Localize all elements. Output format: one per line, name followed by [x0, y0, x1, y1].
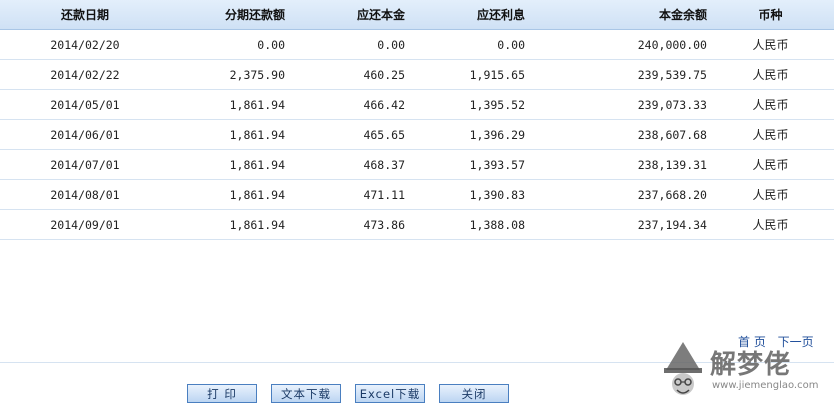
cell-installment: 2,375.90: [170, 59, 285, 90]
cell-balance: 238,139.31: [525, 149, 707, 180]
watermark-title: 解梦佬: [710, 350, 792, 380]
print-button[interactable]: 打 印: [187, 384, 257, 403]
cell-interest: 0.00: [405, 29, 525, 60]
cell-principal: 460.25: [285, 59, 405, 90]
cell-date: 2014/06/01: [0, 119, 170, 150]
table-row: 2014/05/01 1,861.94 466.42 1,395.52 239,…: [0, 89, 834, 120]
cell-currency: 人民币: [707, 209, 834, 240]
cell-installment: 0.00: [170, 29, 285, 60]
cell-balance: 237,668.20: [525, 179, 707, 210]
cell-currency: 人民币: [707, 59, 834, 90]
header-installment: 分期还款额: [170, 0, 285, 30]
header-principal: 应还本金: [285, 0, 405, 30]
cell-interest: 1,915.65: [405, 59, 525, 90]
site-watermark: 解梦佬 www.jiemenglao.com: [658, 340, 834, 403]
cell-balance: 240,000.00: [525, 29, 707, 60]
excel-download-button[interactable]: Excel下载: [355, 384, 425, 403]
cell-currency: 人民币: [707, 29, 834, 60]
cell-interest: 1,390.83: [405, 179, 525, 210]
cell-installment: 1,861.94: [170, 89, 285, 120]
cell-interest: 1,395.52: [405, 89, 525, 120]
cell-currency: 人民币: [707, 119, 834, 150]
cell-date: 2014/09/01: [0, 209, 170, 240]
table-row: 2014/08/01 1,861.94 471.11 1,390.83 237,…: [0, 179, 834, 210]
cell-installment: 1,861.94: [170, 209, 285, 240]
repayment-table: 还款日期 分期还款额 应还本金 应还利息 本金余额 币种 2014/02/20 …: [0, 0, 834, 240]
header-interest: 应还利息: [405, 0, 525, 30]
table-row: 2014/02/22 2,375.90 460.25 1,915.65 239,…: [0, 59, 834, 90]
text-download-button[interactable]: 文本下载: [271, 384, 341, 403]
table-header-row: 还款日期 分期还款额 应还本金 应还利息 本金余额 币种: [0, 0, 834, 30]
header-repay-date: 还款日期: [0, 0, 170, 30]
cell-interest: 1,396.29: [405, 119, 525, 150]
watermark-url: www.jiemenglao.com: [712, 380, 819, 391]
repayment-schedule-page: 还款日期 分期还款额 应还本金 应还利息 本金余额 币种 2014/02/20 …: [0, 0, 834, 403]
cell-date: 2014/07/01: [0, 149, 170, 180]
cell-principal: 0.00: [285, 29, 405, 60]
cell-interest: 1,388.08: [405, 209, 525, 240]
cell-date: 2014/02/22: [0, 59, 170, 90]
close-button[interactable]: 关闭: [439, 384, 509, 403]
table-row: 2014/06/01 1,861.94 465.65 1,396.29 238,…: [0, 119, 834, 150]
cell-date: 2014/08/01: [0, 179, 170, 210]
header-balance: 本金余额: [525, 0, 707, 30]
cell-currency: 人民币: [707, 149, 834, 180]
cell-principal: 465.65: [285, 119, 405, 150]
cell-date: 2014/02/20: [0, 29, 170, 60]
wizard-hat-face-icon: [664, 342, 702, 395]
cell-installment: 1,861.94: [170, 149, 285, 180]
cell-interest: 1,393.57: [405, 149, 525, 180]
cell-installment: 1,861.94: [170, 179, 285, 210]
cell-date: 2014/05/01: [0, 89, 170, 120]
cell-principal: 473.86: [285, 209, 405, 240]
cell-currency: 人民币: [707, 179, 834, 210]
cell-principal: 466.42: [285, 89, 405, 120]
cell-currency: 人民币: [707, 89, 834, 120]
cell-balance: 239,539.75: [525, 59, 707, 90]
cell-balance: 238,607.68: [525, 119, 707, 150]
cell-principal: 468.37: [285, 149, 405, 180]
cell-balance: 239,073.33: [525, 89, 707, 120]
cell-principal: 471.11: [285, 179, 405, 210]
cell-installment: 1,861.94: [170, 119, 285, 150]
table-row: 2014/09/01 1,861.94 473.86 1,388.08 237,…: [0, 209, 834, 240]
cell-balance: 237,194.34: [525, 209, 707, 240]
header-currency: 币种: [707, 0, 834, 30]
table-row: 2014/02/20 0.00 0.00 0.00 240,000.00 人民币: [0, 29, 834, 60]
table-row: 2014/07/01 1,861.94 468.37 1,393.57 238,…: [0, 149, 834, 180]
